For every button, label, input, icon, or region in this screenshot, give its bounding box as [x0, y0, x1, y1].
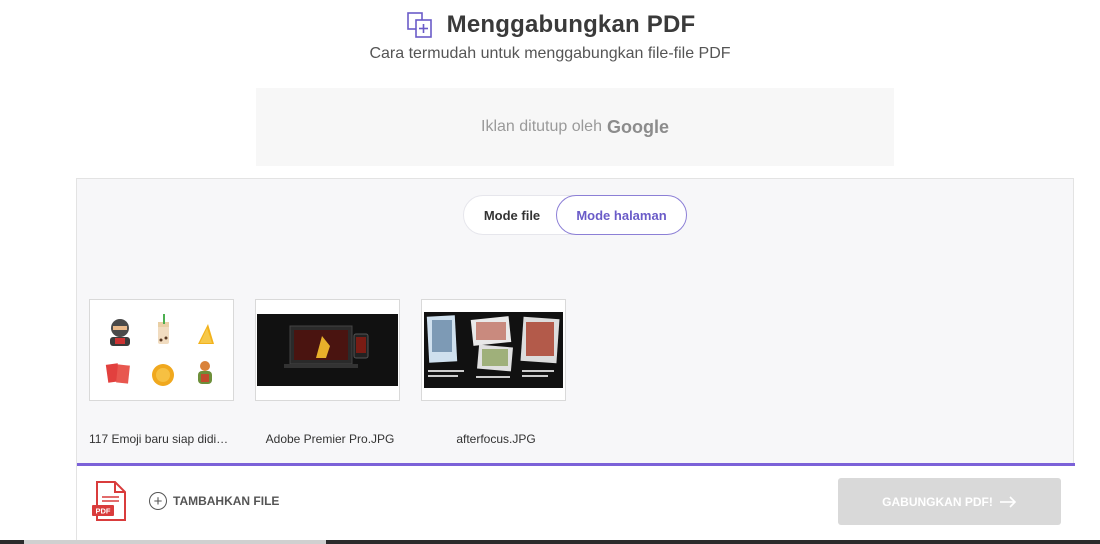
plus-circle-icon: + — [149, 492, 167, 510]
mode-toggle: Mode file Mode halaman — [463, 195, 687, 235]
svg-text:PDF: PDF — [96, 507, 111, 516]
photo-collage-thumbnail — [424, 312, 563, 388]
page-subtitle: Cara termudah untuk menggabungkan file-f… — [369, 45, 731, 62]
add-file-button[interactable]: + TAMBAHKAN FILE — [149, 492, 279, 510]
samosa-emoji-icon — [198, 324, 214, 344]
file-name: Adobe Premier Pro.JPG — [265, 432, 395, 446]
coin-emoji-icon — [152, 364, 174, 386]
bottom-toolbar: PDF + TAMBAHKAN FILE GABUNGKAN PDF! — [77, 466, 1075, 543]
emoji-grid-thumbnail — [105, 314, 214, 386]
file-thumbnail[interactable] — [89, 299, 234, 401]
ad-placeholder: Iklan ditutup oleh Google — [256, 88, 894, 166]
file-item[interactable]: 117 Emoji baru siap didi… — [89, 299, 255, 446]
arrow-right-icon — [999, 495, 1016, 508]
page-title: Menggabungkan PDF — [446, 11, 696, 38]
mode-file-button[interactable]: Mode file — [464, 195, 556, 235]
red-envelope-emoji-icon — [105, 363, 130, 384]
file-thumbnail[interactable] — [255, 299, 400, 401]
file-name: afterfocus.JPG — [456, 432, 536, 446]
ninja-emoji-icon — [110, 319, 130, 346]
app-page: Menggabungkan PDF Cara termudah untuk me… — [0, 0, 1100, 544]
add-file-label: TAMBAHKAN FILE — [173, 494, 280, 508]
person-emoji-icon — [198, 361, 212, 384]
merge-pdf-label: GABUNGKAN PDF! — [882, 494, 993, 509]
page-header: Menggabungkan PDF Cara termudah untuk me… — [0, 8, 1100, 63]
file-thumbnail[interactable] — [421, 299, 566, 401]
file-item[interactable]: afterfocus.JPG — [421, 299, 587, 446]
file-item[interactable]: Adobe Premier Pro.JPG — [255, 299, 421, 446]
pdf-file-icon: PDF — [92, 481, 126, 521]
taskbar-active-segment — [24, 540, 326, 544]
mode-page-button[interactable]: Mode halaman — [556, 195, 687, 235]
video-editor-thumbnail — [257, 314, 398, 386]
taskbar-strip — [0, 540, 1100, 544]
file-name: 117 Emoji baru siap didi… — [89, 432, 229, 446]
bubble-tea-emoji-icon — [158, 314, 169, 344]
merge-pdf-button[interactable]: GABUNGKAN PDF! — [838, 478, 1061, 525]
ad-text: Iklan ditutup oleh — [481, 118, 602, 135]
merge-panel: Mode file Mode halaman 117 Emoji baru si… — [76, 178, 1075, 543]
ad-brand: Google — [606, 116, 669, 137]
file-list: 117 Emoji baru siap didi… Adobe Premier … — [89, 299, 587, 446]
merge-pages-icon — [406, 12, 432, 38]
title-row: Menggabungkan PDF — [0, 8, 1100, 42]
